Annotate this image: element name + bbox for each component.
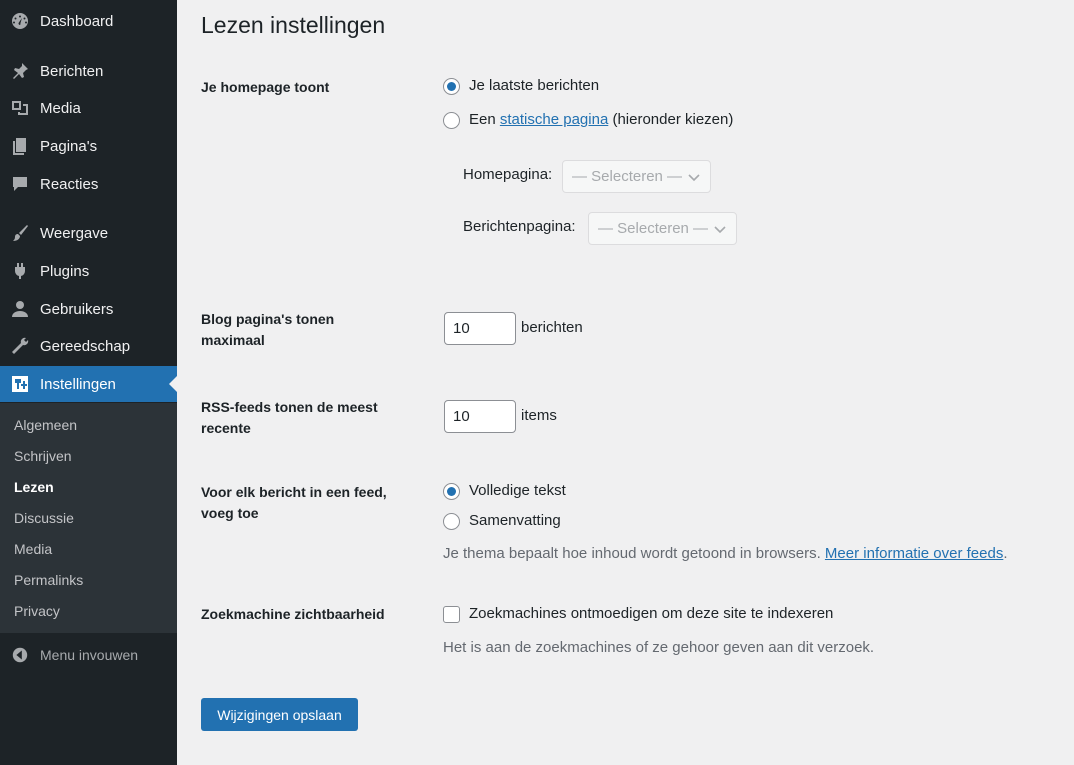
blog-pages-label: Blog pagina's tonen maximaal [201,311,335,348]
feed-description: Je thema bepaalt hoe inhoud wordt getoon… [443,545,1008,562]
posts-page-select-value: — Selecteren — [598,220,709,237]
homepage-select[interactable]: — Selecteren — [562,160,711,193]
plugin-icon [0,261,40,281]
sidebar-item-media[interactable]: Media [0,90,177,126]
rss-items-input[interactable] [444,400,516,433]
sidebar-item-weergave[interactable]: Weergave [0,215,177,251]
user-icon [0,299,40,319]
rss-suffix: items [521,407,557,424]
pages-icon [0,136,40,156]
feeds-info-link[interactable]: Meer informatie over feeds [825,545,1003,562]
feed-content-label: Voor elk bericht in een feed, voeg toe [201,484,387,521]
sidebar-item-label: Plugins [40,262,90,280]
discourage-search-label: Zoekmachines ontmoedigen om deze site te… [469,605,834,622]
static-prefix: Een [469,111,496,128]
sidebar-item-label: Reacties [40,175,99,193]
sidebar-item-label: Gereedschap [40,337,131,355]
brush-icon [0,223,40,243]
settings-submenu: Algemeen Schrijven Lezen Discussie Media… [0,403,177,633]
submenu-item-discussie[interactable]: Discussie [14,510,74,526]
media-icon [0,98,40,118]
sidebar-item-label: Weergave [40,224,109,242]
homepage-select-label: Homepagina: [463,166,553,183]
radio-latest-posts-label: Je laatste berichten [469,77,600,94]
static-page-link[interactable]: statische pagina [500,111,608,128]
radio-summary-label: Samenvatting [469,512,561,529]
settings-icon [0,374,40,394]
admin-sidebar: Dashboard Berichten Media Pagina's React… [0,0,177,765]
radio-static-page-label: Een statische pagina (hieronder kiezen) [469,111,733,128]
posts-page-select[interactable]: — Selecteren — [588,212,737,245]
sidebar-item-dashboard[interactable]: Dashboard [0,3,177,39]
collapse-menu-button[interactable]: Menu invouwen [0,642,177,668]
posts-page-select-label: Berichtenpagina: [463,218,576,235]
blog-pages-suffix: berichten [521,319,583,336]
radio-full-text[interactable] [443,483,460,500]
dashboard-icon [0,11,40,31]
submenu-item-lezen[interactable]: Lezen [14,479,54,495]
blog-pages-input[interactable] [444,312,516,345]
radio-summary[interactable] [443,513,460,530]
submenu-item-schrijven[interactable]: Schrijven [14,448,72,464]
feed-desc-period: . [1003,545,1008,562]
submenu-item-media[interactable]: Media [14,541,52,557]
pin-icon [0,61,40,81]
search-visibility-label: Zoekmachine zichtbaarheid [201,606,385,622]
static-suffix: (hieronder kiezen) [612,111,734,128]
sidebar-item-paginas[interactable]: Pagina's [0,128,177,164]
rss-label: RSS-feeds tonen de meest recente [201,399,378,436]
homepage-label: Je homepage toont [201,79,330,95]
wrench-icon [0,336,40,356]
sidebar-item-gebruikers[interactable]: Gebruikers [0,291,177,327]
sidebar-item-plugins[interactable]: Plugins [0,253,177,289]
collapse-arrow-icon [0,646,40,664]
radio-latest-posts[interactable] [443,78,460,95]
chevron-down-icon [712,221,728,237]
sidebar-item-label: Gebruikers [40,300,114,318]
discourage-search-checkbox[interactable] [443,606,460,623]
submenu-item-permalinks[interactable]: Permalinks [14,572,83,588]
radio-static-page[interactable] [443,112,460,129]
sidebar-item-berichten[interactable]: Berichten [0,53,177,89]
submenu-item-privacy[interactable]: Privacy [14,603,60,619]
save-button[interactable]: Wijzigingen opslaan [201,698,358,731]
sidebar-item-reacties[interactable]: Reacties [0,166,177,202]
feed-desc-text: Je thema bepaalt hoe inhoud wordt getoon… [443,545,821,562]
homepage-select-value: — Selecteren — [572,168,683,185]
search-visibility-description: Het is aan de zoekmachines of ze gehoor … [443,639,875,656]
chevron-down-icon [686,169,702,185]
collapse-label: Menu invouwen [40,647,139,663]
radio-full-text-label: Volledige tekst [469,482,566,499]
sidebar-item-label: Dashboard [40,12,114,30]
submenu-item-algemeen[interactable]: Algemeen [14,417,77,433]
sidebar-item-label: Instellingen [40,375,116,393]
page-title: Lezen instellingen [201,12,386,38]
active-menu-arrow [169,376,177,392]
comments-icon [0,174,40,194]
sidebar-item-label: Berichten [40,62,104,80]
sidebar-item-label: Pagina's [40,137,98,155]
sidebar-item-label: Media [40,99,81,117]
sidebar-item-instellingen[interactable]: Instellingen [0,366,177,402]
sidebar-item-gereedschap[interactable]: Gereedschap [0,328,177,364]
